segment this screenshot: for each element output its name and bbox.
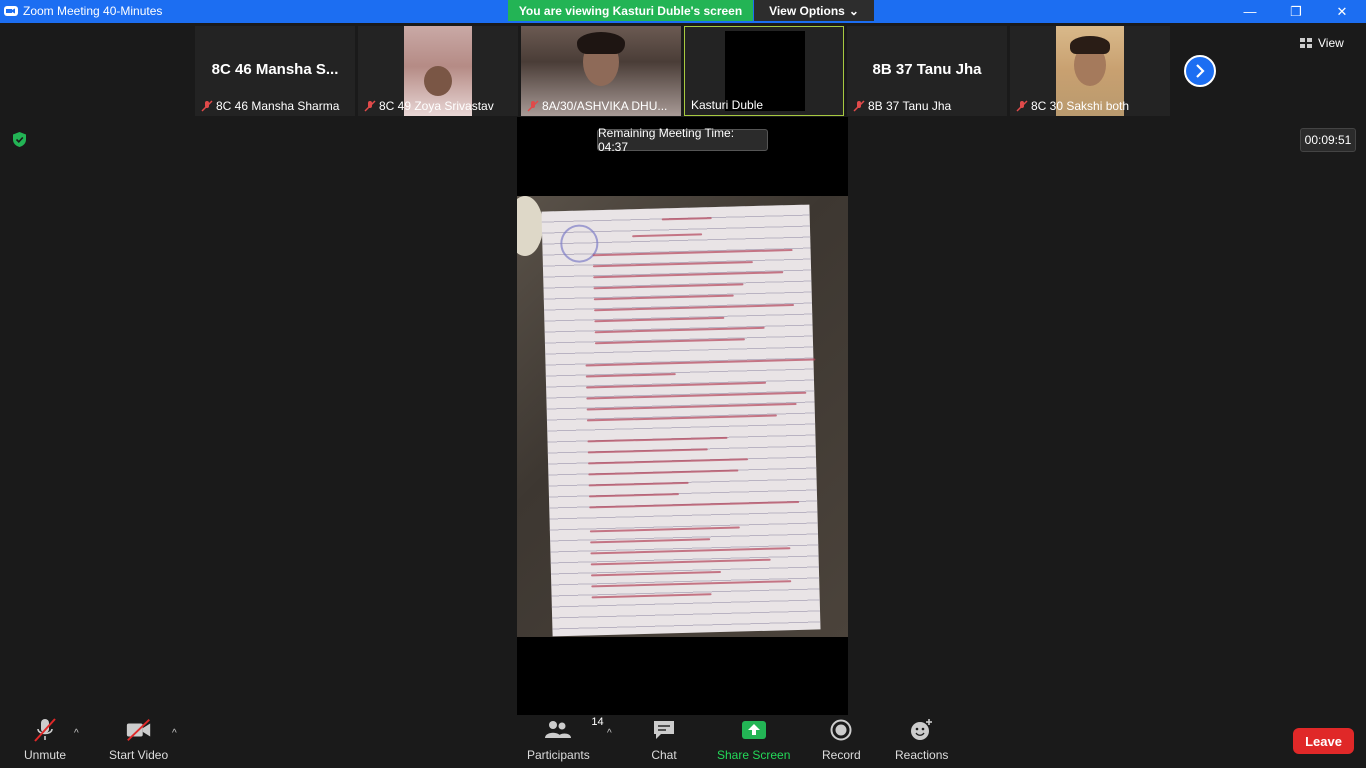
- participant-name-large: 8C 46 Mansha S...: [211, 61, 339, 78]
- participant-tile[interactable]: 8C 49 Zoya Srivastav: [358, 26, 518, 116]
- smiley-plus-icon: [908, 718, 936, 742]
- participant-tile[interactable]: 8C 46 Mansha S... 8C 46 Mansha Sharma: [195, 26, 355, 116]
- chat-bubble-icon: [650, 718, 678, 742]
- participant-tile[interactable]: 8B 37 Tanu Jha 8B 37 Tanu Jha: [847, 26, 1007, 116]
- start-video-label: Start Video: [109, 748, 169, 762]
- leave-button[interactable]: Leave: [1293, 728, 1354, 754]
- audio-options-caret[interactable]: ^: [74, 728, 79, 739]
- share-screen-button[interactable]: Share Screen: [717, 718, 790, 762]
- shared-handwritten-page-image: [517, 196, 848, 637]
- participant-label: 8A/30/ASHVIKA DHU...: [521, 96, 681, 116]
- participants-button[interactable]: 14 Participants: [527, 716, 604, 762]
- muted-mic-icon: [853, 100, 865, 112]
- muted-mic-icon: [364, 100, 376, 112]
- reactions-label: Reactions: [895, 748, 949, 762]
- participants-icon: 14: [544, 716, 604, 742]
- participant-label: 8C 46 Mansha Sharma: [195, 96, 355, 116]
- participant-tile[interactable]: 8C 30 Sakshi both: [1010, 26, 1170, 116]
- participant-label: 8C 49 Zoya Srivastav: [358, 96, 518, 116]
- window-title: Zoom Meeting 40-Minutes: [23, 4, 163, 18]
- unmute-label: Unmute: [24, 748, 67, 762]
- restore-button[interactable]: ❐: [1273, 0, 1319, 23]
- minimize-button[interactable]: —: [1227, 0, 1273, 23]
- paper-sheet: [541, 204, 821, 637]
- view-button[interactable]: View: [1300, 33, 1362, 53]
- muted-mic-icon: [1016, 100, 1028, 112]
- participant-tile[interactable]: 8A/30/ASHVIKA DHU...: [521, 26, 681, 116]
- chat-label: Chat: [651, 748, 677, 762]
- participants-options-caret[interactable]: ^: [607, 728, 612, 739]
- participant-label: 8B 37 Tanu Jha: [847, 96, 1007, 116]
- record-icon: [827, 718, 855, 742]
- grid-view-icon: [1300, 38, 1312, 48]
- view-options-label: View Options: [769, 3, 845, 18]
- view-label: View: [1318, 36, 1344, 50]
- record-label: Record: [822, 748, 861, 762]
- muted-mic-icon: [201, 100, 213, 112]
- participant-tile-active-speaker[interactable]: Kasturi Duble: [684, 26, 844, 116]
- participant-name-large: 8B 37 Tanu Jha: [872, 61, 982, 78]
- chat-button[interactable]: Chat: [650, 718, 678, 762]
- viewing-screen-banner: You are viewing Kasturi Duble's screen: [508, 0, 753, 21]
- participant-label: 8C 30 Sakshi both: [1010, 96, 1170, 116]
- muted-mic-icon: [527, 100, 539, 112]
- chevron-down-icon: ⌄: [848, 3, 859, 18]
- minimize-icon: —: [1243, 4, 1257, 19]
- next-participants-button[interactable]: [1184, 55, 1216, 87]
- video-off-icon: [125, 718, 153, 742]
- video-options-caret[interactable]: ^: [172, 728, 177, 739]
- record-button[interactable]: Record: [822, 718, 861, 762]
- close-icon: ✕: [1336, 3, 1348, 19]
- chevron-right-icon: [1196, 64, 1205, 78]
- participant-label: Kasturi Duble: [691, 98, 764, 112]
- security-shield-icon[interactable]: [11, 131, 28, 148]
- remaining-meeting-time: Remaining Meeting Time: 04:37: [597, 126, 768, 154]
- unmute-button[interactable]: Unmute: [24, 718, 66, 762]
- participants-count: 14: [591, 716, 604, 728]
- participants-label: Participants: [527, 748, 590, 762]
- start-video-button[interactable]: Start Video: [109, 718, 168, 762]
- meeting-toolbar: [0, 715, 1366, 768]
- restore-icon: ❐: [1290, 3, 1302, 19]
- share-screen-label: Share Screen: [717, 748, 791, 762]
- meeting-elapsed-timer: 00:09:51: [1300, 128, 1356, 152]
- share-screen-icon: [740, 718, 768, 742]
- zoom-logo-icon: [4, 6, 18, 16]
- reactions-button[interactable]: Reactions: [895, 718, 948, 762]
- close-button[interactable]: ✕: [1319, 0, 1365, 23]
- view-options-button[interactable]: View Options ⌄: [754, 0, 874, 21]
- muted-microphone-icon: [31, 718, 59, 742]
